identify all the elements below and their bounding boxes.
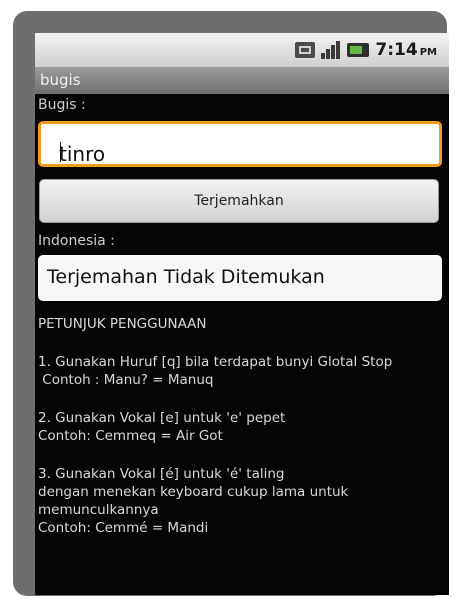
battery-icon xyxy=(347,43,370,57)
source-text-input[interactable]: tinro xyxy=(38,121,442,167)
phone-frame: 7:14 PM bugis Bugis : tinro Terjemahkan I… xyxy=(13,11,449,596)
instruction-3-example: Contoh: Cemmé = Mandi xyxy=(38,520,209,536)
instructions-heading: PETUNJUK PENGGUNAAN xyxy=(38,316,207,332)
clock-ampm: PM xyxy=(419,47,437,58)
translation-output-text: Terjemahan Tidak Ditemukan xyxy=(47,266,325,288)
translate-button[interactable]: Terjemahkan xyxy=(39,179,439,223)
instruction-2: 2. Gunakan Vokal [e] untuk 'e' pepet xyxy=(38,410,286,426)
signal-icon xyxy=(321,41,341,59)
text-cursor xyxy=(60,142,61,162)
instruction-1-example: Contoh : Manu? = Manuq xyxy=(38,372,214,388)
usage-instructions: PETUNJUK PENGGUNAAN 1. Gunakan Huruf [q]… xyxy=(38,315,443,537)
instruction-1: 1. Gunakan Huruf [q] bila terdapat bunyi… xyxy=(38,354,393,370)
screen: 7:14 PM bugis Bugis : tinro Terjemahkan I… xyxy=(35,33,449,595)
sync-icon xyxy=(295,42,316,58)
app-title-bar: bugis xyxy=(35,67,449,94)
target-language-label: Indonesia : xyxy=(38,233,115,249)
clock-time: 7:14 xyxy=(375,40,418,60)
app-title: bugis xyxy=(40,71,81,89)
status-bar: 7:14 PM xyxy=(35,33,449,67)
instruction-3-detail: dengan menekan keyboard cukup lama untuk… xyxy=(38,484,349,518)
status-clock: 7:14 PM xyxy=(375,40,437,60)
instruction-3: 3. Gunakan Vokal [é] untuk 'é' taling xyxy=(38,466,285,482)
source-text-value: tinro xyxy=(59,142,106,166)
source-language-label: Bugis : xyxy=(38,97,86,113)
instruction-2-example: Contoh: Cemmeq = Air Got xyxy=(38,428,223,444)
translation-output: Terjemahan Tidak Ditemukan xyxy=(38,255,442,301)
